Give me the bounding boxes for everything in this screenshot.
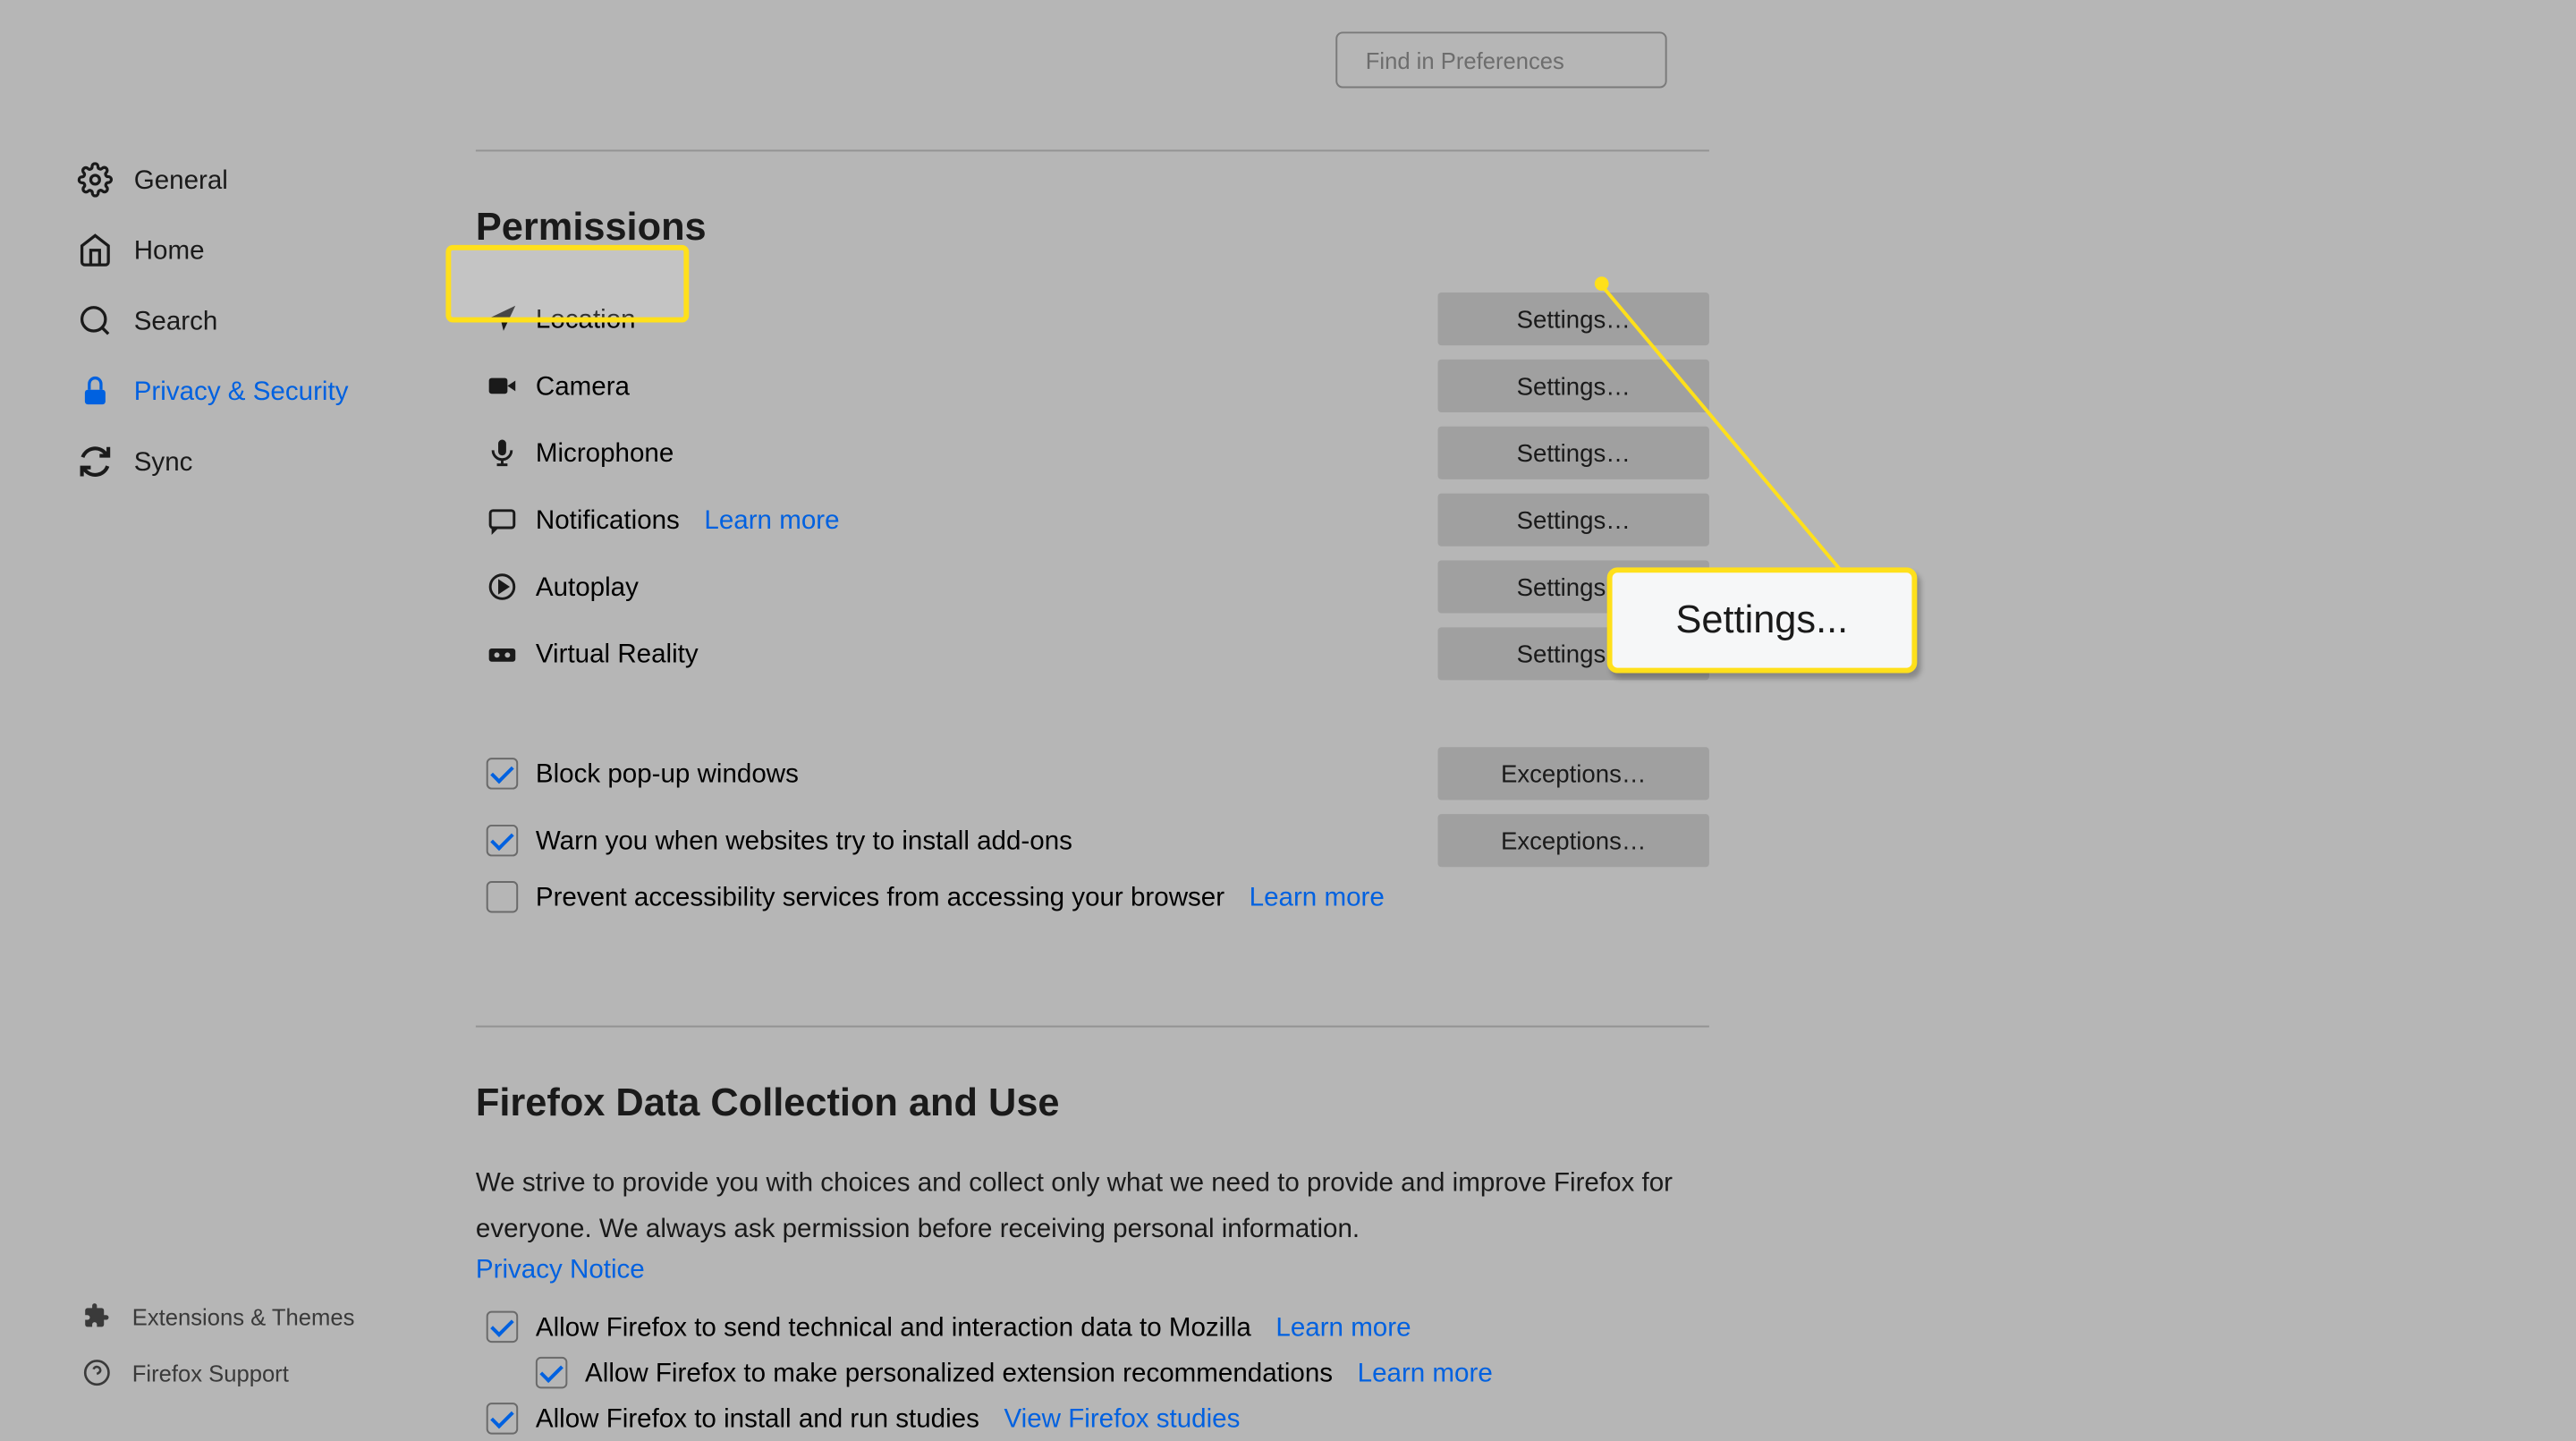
data-collection-title: Firefox Data Collection and Use [476,1081,1709,1126]
technical-data-learn-more-link[interactable]: Learn more [1275,1312,1411,1342]
notifications-settings-button[interactable]: Settings… [1438,494,1709,547]
sidebar-item-label: Privacy & Security [134,377,349,406]
check-row-block-popups: Block pop-up windows Exceptions… [476,740,1709,807]
data-collection-description: We strive to provide you with choices an… [476,1161,1709,1250]
permissions-title: Permissions [476,205,1709,250]
sidebar-item-extensions-themes[interactable]: Extensions & Themes [0,1288,458,1344]
gear-icon [78,162,113,197]
check-row-technical-data: Allow Firefox to send technical and inte… [476,1304,1709,1350]
permission-row-camera: Camera Settings… [476,352,1709,420]
sidebar-item-label: Firefox Support [132,1360,289,1386]
home-icon [78,233,113,267]
puzzle-icon [83,1302,112,1331]
studies-link[interactable]: View Firefox studies [1004,1403,1240,1433]
technical-data-checkbox[interactable] [487,1311,518,1343]
recommendations-learn-more-link[interactable]: Learn more [1358,1358,1493,1387]
checkbox-label: Allow Firefox to make personalized exten… [585,1358,1333,1387]
sidebar-item-firefox-support[interactable]: Firefox Support [0,1344,458,1401]
notification-icon [487,504,518,535]
callout-text: Settings... [1675,598,1848,641]
recommendations-checkbox[interactable] [536,1357,567,1388]
location-icon [487,303,518,335]
permission-label: Camera [536,371,630,401]
sidebar-item-label: Sync [134,446,193,476]
permission-label: Microphone [536,438,674,468]
autoplay-icon [487,571,518,602]
checkbox-label: Allow Firefox to install and run studies [536,1403,979,1433]
permission-row-notifications: Notifications Learn more Settings… [476,487,1709,554]
permission-row-microphone: Microphone Settings… [476,420,1709,487]
sidebar-item-label: General [134,165,228,194]
lock-icon [78,374,113,409]
sidebar-item-label: Search [134,306,218,335]
permission-label: Autoplay [536,572,639,601]
warn-addons-checkbox[interactable] [487,825,518,856]
check-row-accessibility: Prevent accessibility services from acce… [476,874,1709,920]
check-row-recommendations: Allow Firefox to make personalized exten… [525,1350,1709,1395]
permission-row-autoplay: Autoplay Settings… [476,554,1709,621]
sidebar-item-privacy-security[interactable]: Privacy & Security [0,356,458,427]
checkbox-label: Block pop-up windows [536,759,799,788]
privacy-notice-link[interactable]: Privacy Notice [476,1255,645,1284]
camera-icon [487,370,518,402]
section-divider [476,149,1709,151]
checkbox-label: Allow Firefox to send technical and inte… [536,1312,1251,1342]
vr-icon [487,638,518,669]
accessibility-checkbox[interactable] [487,881,518,912]
microphone-settings-button[interactable]: Settings… [1438,427,1709,479]
search-icon [78,303,113,338]
sidebar-item-label: Extensions & Themes [132,1303,355,1330]
sidebar-item-general[interactable]: General [0,145,458,216]
sync-icon [78,444,113,479]
permission-label: Virtual Reality [536,639,699,668]
camera-settings-button[interactable]: Settings… [1438,360,1709,412]
location-settings-button[interactable]: Settings… [1438,292,1709,345]
check-row-studies: Allow Firefox to install and run studies… [476,1395,1709,1441]
studies-checkbox[interactable] [487,1403,518,1434]
notifications-learn-more-link[interactable]: Learn more [704,504,839,534]
block-popups-checkbox[interactable] [487,758,518,789]
permission-label: Notifications [536,504,680,534]
sidebar: General Home Search Privacy & Security S… [0,0,458,497]
check-row-warn-addons: Warn you when websites try to install ad… [476,807,1709,874]
checkbox-label: Prevent accessibility services from acce… [536,882,1224,911]
microphone-icon [487,437,518,469]
block-popups-exceptions-button[interactable]: Exceptions… [1438,747,1709,800]
settings-callout: Settings... [1607,567,1917,673]
permission-label: Location [536,304,636,334]
section-divider [476,1026,1709,1028]
accessibility-learn-more-link[interactable]: Learn more [1250,882,1385,911]
sidebar-item-home[interactable]: Home [0,215,458,285]
permission-row-virtual-reality: Virtual Reality Settings… [476,620,1709,687]
permission-row-location: Location Settings… [476,285,1709,352]
sidebar-item-sync[interactable]: Sync [0,427,458,497]
sidebar-bottom: Extensions & Themes Firefox Support [0,1288,458,1401]
main-content: Permissions Location Settings… Camera [476,0,1709,1441]
help-icon [83,1359,112,1387]
checkbox-label: Warn you when websites try to install ad… [536,826,1072,855]
warn-addons-exceptions-button[interactable]: Exceptions… [1438,814,1709,867]
sidebar-item-search[interactable]: Search [0,285,458,356]
sidebar-item-label: Home [134,235,205,265]
